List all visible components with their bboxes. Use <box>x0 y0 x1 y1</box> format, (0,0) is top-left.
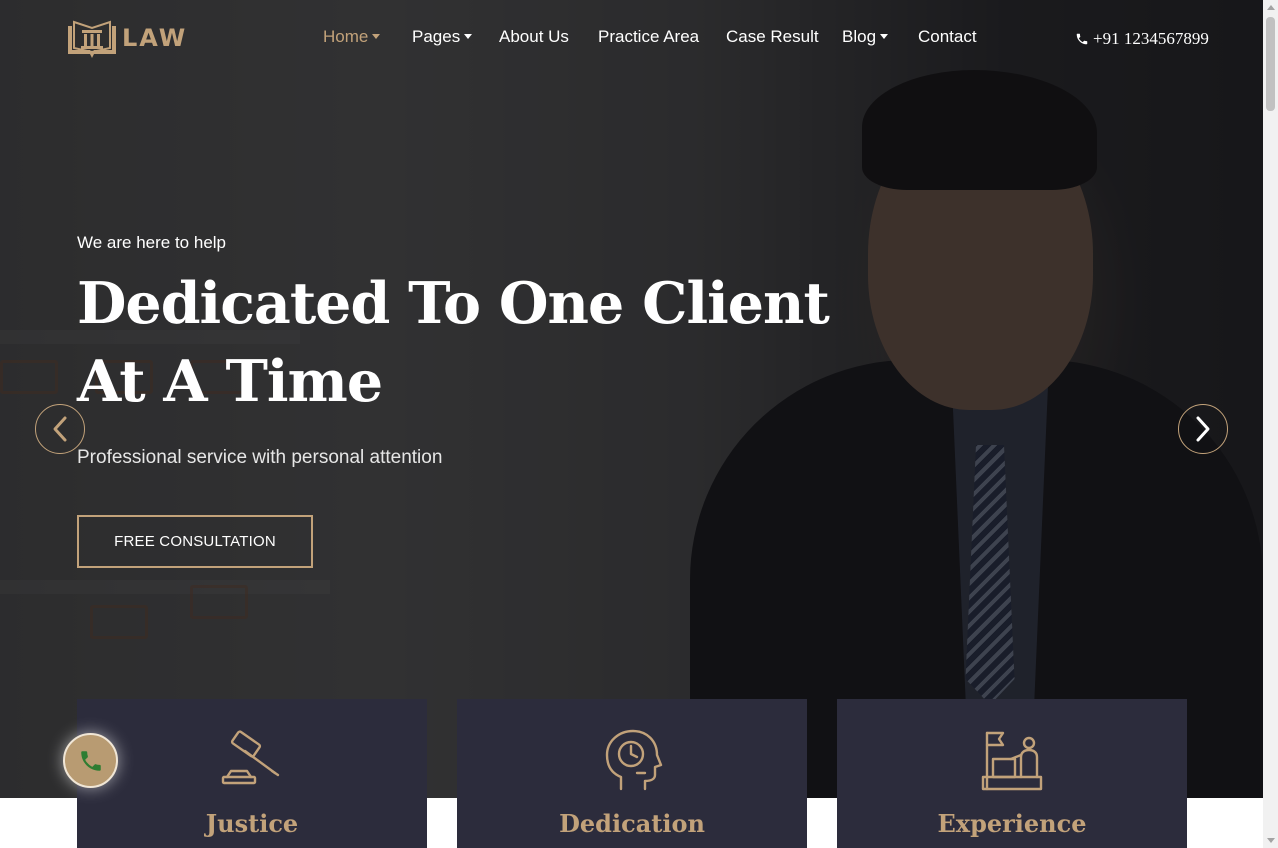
podium-icon <box>981 731 1043 791</box>
feature-title: Dedication <box>559 809 705 838</box>
main-nav: Home Pages About Us Practice Area Case R… <box>0 27 1263 51</box>
scroll-thumb[interactable] <box>1266 17 1275 111</box>
nav-pages[interactable]: Pages <box>412 27 473 47</box>
nav-about-us[interactable]: About Us <box>499 27 569 47</box>
nav-practice-area[interactable]: Practice Area <box>598 27 699 47</box>
phone-icon <box>80 750 101 771</box>
feature-card-dedication[interactable]: Dedication <box>457 699 807 848</box>
hero-headline-line2: At A Time <box>77 348 383 415</box>
head-clock-icon <box>605 729 663 791</box>
caret-down-icon <box>880 34 889 39</box>
gavel-icon <box>221 730 280 785</box>
feature-card-experience[interactable]: Experience <box>837 699 1187 848</box>
nav-home[interactable]: Home <box>323 27 381 47</box>
nav-blog[interactable]: Blog <box>842 27 889 47</box>
floating-call-button[interactable] <box>63 733 118 788</box>
feature-title: Experience <box>937 809 1087 838</box>
header-phone[interactable]: +91 1234567899 <box>1075 29 1209 49</box>
caret-down-icon <box>464 34 473 39</box>
page-scrollbar[interactable] <box>1263 0 1278 848</box>
chevron-right-icon <box>1196 416 1210 442</box>
nav-contact[interactable]: Contact <box>918 27 977 47</box>
nav-case-result[interactable]: Case Result <box>726 27 819 47</box>
scroll-down-arrow-icon[interactable] <box>1267 838 1275 843</box>
chevron-left-icon <box>53 416 67 442</box>
scroll-up-arrow-icon[interactable] <box>1267 5 1275 10</box>
hero-subline: Professional service with personal atten… <box>77 447 443 468</box>
navbar: LAW Home Pages About Us Practice Area Ca… <box>0 0 1263 78</box>
slider-prev-button[interactable] <box>35 404 85 454</box>
phone-number: +91 1234567899 <box>1093 29 1209 48</box>
hero-headline-line1: Dedicated To One Client <box>77 270 830 337</box>
phone-icon <box>1076 33 1088 45</box>
hero-tagline: We are here to help <box>77 233 226 252</box>
feature-title: Justice <box>205 809 299 838</box>
feature-cards: Justice Dedication Experience <box>0 699 1263 848</box>
slider-next-button[interactable] <box>1178 404 1228 454</box>
feature-card-justice[interactable]: Justice <box>77 699 427 848</box>
hero-content: We are here to help Dedicated To One Cli… <box>77 233 837 469</box>
free-consultation-button[interactable]: FREE CONSULTATION <box>77 515 313 568</box>
hero-headline: Dedicated To One Client At A Time <box>77 265 837 421</box>
caret-down-icon <box>372 34 381 39</box>
